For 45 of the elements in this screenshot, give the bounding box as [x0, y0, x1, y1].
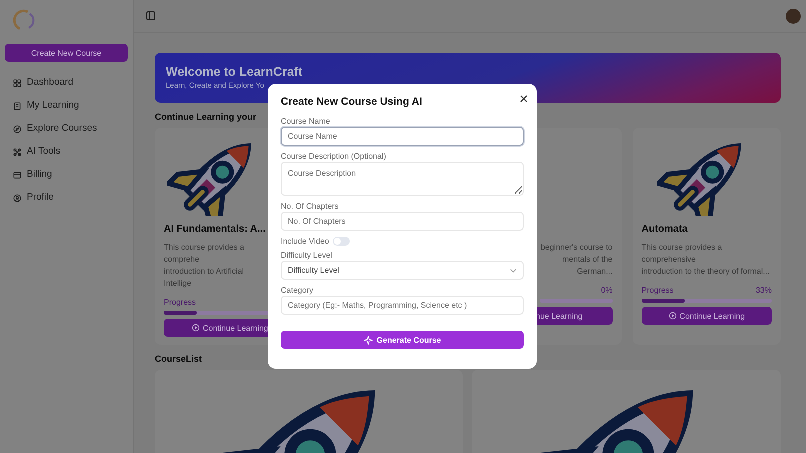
field-label: No. Of Chapters: [281, 202, 340, 211]
dialog-title: Create New Course Using AI: [281, 96, 424, 108]
progress-label: Progress: [164, 298, 196, 308]
field-label: Course Name: [281, 117, 332, 126]
nav-item[interactable]: Billing: [27, 167, 52, 183]
progress-percent: 33%: [756, 286, 772, 296]
banner-title: Welcome to LearnCraft: [166, 65, 304, 79]
field-label: Difficulty Level: [281, 251, 334, 260]
grid-icon: [13, 78, 22, 88]
difficulty-dropdown[interactable]: Difficulty Level: [281, 261, 524, 280]
continue-learning-button[interactable]: Continue Learning: [642, 307, 772, 325]
sparkle-icon: [364, 336, 373, 344]
section-heading: CourseList: [155, 354, 202, 364]
book-icon: [13, 102, 22, 110]
description-field[interactable]: Course Description: [281, 162, 524, 196]
play-icon: [192, 324, 200, 332]
wallet-icon: [13, 170, 22, 180]
sidebar-toggle-icon[interactable]: [146, 11, 156, 21]
chevron-down-icon: [510, 267, 517, 274]
nav-item[interactable]: My Learning: [27, 98, 80, 114]
nav-item[interactable]: Profile: [27, 190, 54, 206]
nav-item[interactable]: Explore Courses: [27, 121, 98, 137]
input-field[interactable]: Course Name: [281, 127, 524, 146]
create-course-button[interactable]: Create New Course: [5, 44, 128, 62]
course-title: Automata: [642, 224, 688, 235]
play-icon: [668, 312, 677, 320]
course-description: introduction to Artificial Intellige: [164, 266, 246, 290]
field-label: Include Video: [281, 237, 330, 246]
nav-item[interactable]: Dashboard: [27, 75, 74, 91]
user-avatar[interactable]: [786, 8, 801, 24]
course-title: AI Fundamentals: A...: [164, 224, 266, 235]
user-circle-icon: [13, 194, 22, 202]
compass-icon: [13, 124, 22, 134]
field-label: Course Description (Optional): [281, 152, 388, 161]
course-description: beginner's course to: [540, 242, 613, 254]
course-description: mentals of the German...: [562, 254, 613, 278]
section-heading: Continue Learning your: [155, 112, 257, 122]
field-label: Category: [281, 286, 314, 295]
progress-label: Progress: [642, 286, 674, 296]
course-description: introduction to the theory of formal...: [642, 266, 771, 278]
video-toggle[interactable]: [333, 237, 350, 246]
progress-percent: 0%: [601, 286, 613, 296]
generate-course-button[interactable]: Generate Course: [281, 331, 524, 349]
nav-item[interactable]: AI Tools: [27, 144, 61, 160]
tools-icon: [13, 148, 22, 156]
